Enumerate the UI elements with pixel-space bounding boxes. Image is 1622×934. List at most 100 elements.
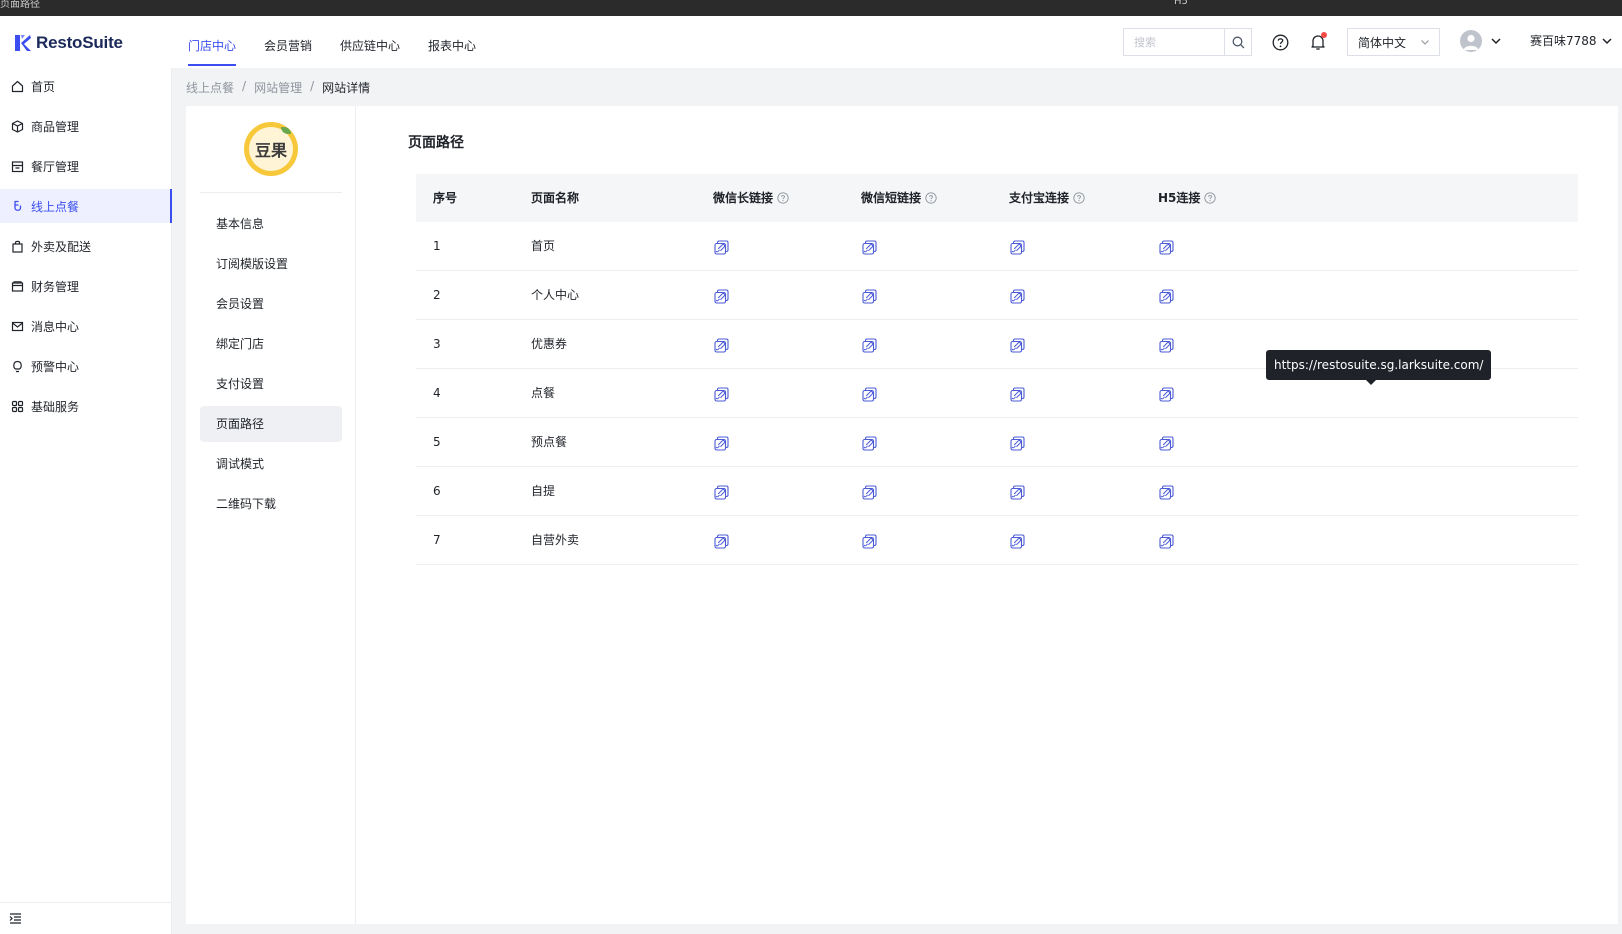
row-index: 4 [433,386,441,400]
brand-logo: 豆果 [244,122,298,176]
row-page-name: 自营外卖 [531,533,580,547]
wallet-icon [10,279,24,293]
row-index: 1 [433,239,441,253]
sidebar-item-label: 基础服务 [31,399,80,414]
sidebar-item-alerts[interactable]: 预警中心 [0,349,172,383]
copy-link-icon[interactable] [713,435,729,451]
topnav-reports[interactable]: 报表中心 [420,16,484,68]
copy-link-icon[interactable] [861,386,877,402]
topnav-member-marketing[interactable]: 会员营销 [256,16,320,68]
copy-link-icon[interactable] [1158,435,1174,451]
home-icon [10,79,24,93]
subnav-item-debug-mode[interactable]: 调试模式 [200,446,342,482]
help-button[interactable] [1270,32,1290,52]
subnav-item-bind-stores[interactable]: 绑定门店 [200,326,342,362]
user-menu[interactable] [1460,30,1502,52]
sidebar-item-label: 预警中心 [31,359,80,374]
copy-link-icon[interactable] [1009,435,1025,451]
copy-link-icon[interactable] [1158,533,1174,549]
bulb-icon [10,359,24,373]
language-value: 简体中文 [1358,35,1407,50]
copy-link-icon[interactable] [861,337,877,353]
sidebar-item-products[interactable]: 商品管理 [0,109,172,143]
copy-link-icon[interactable] [1158,484,1174,500]
copy-link-icon[interactable] [1009,288,1025,304]
sidebar-item-online-ordering[interactable]: 线上点餐 [0,189,172,223]
row-index: 3 [433,337,441,351]
copy-link-icon[interactable] [1009,386,1025,402]
window-title: 页面路径 [0,0,40,10]
subnav-item-member-settings[interactable]: 会员设置 [200,286,342,322]
question-circle-icon[interactable] [925,192,937,204]
copy-link-icon[interactable] [713,484,729,500]
sidebar-item-messages[interactable]: 消息中心 [0,309,172,343]
breadcrumb-item-online-ordering[interactable]: 线上点餐 [186,79,234,96]
row-page-name: 个人中心 [531,288,580,302]
copy-link-icon[interactable] [1158,288,1174,304]
table-body: 1 首页 2 个人中心 3 优惠券 4 点餐 5 预点餐 6 自提 7 自营外卖 [416,222,1578,565]
copy-link-icon[interactable] [713,239,729,255]
leaf-icon [281,127,291,134]
sidebar: 首页 商品管理 餐厅管理 线上点餐 外卖及配送 财务管理 消息中心 预警中心 基… [0,68,172,934]
copy-link-icon[interactable] [1009,484,1025,500]
copy-link-icon[interactable] [861,288,877,304]
notification-dot [1321,32,1327,38]
subnav-item-basic-info[interactable]: 基本信息 [200,206,342,242]
chevron-down-icon [1602,37,1612,44]
breadcrumb-separator: / [242,79,247,93]
user-icon [1463,34,1479,50]
account-menu[interactable]: 赛百味7788 [1530,32,1613,49]
app-logo[interactable]: RestoSuite [14,33,123,53]
question-circle-icon [1272,34,1288,50]
copy-link-icon[interactable] [861,533,877,549]
copy-link-icon[interactable] [1158,239,1174,255]
question-circle-icon[interactable] [777,192,789,204]
sidebar-item-home[interactable]: 首页 [0,69,172,103]
row-page-name: 首页 [531,239,556,253]
search-button[interactable] [1224,29,1251,55]
copy-link-icon[interactable] [1158,337,1174,353]
copy-link-icon[interactable] [861,484,877,500]
subnav-item-payment-settings[interactable]: 支付设置 [200,366,342,402]
copy-link-icon[interactable] [713,288,729,304]
copy-link-icon[interactable] [861,239,877,255]
notification-button[interactable] [1308,32,1328,52]
question-circle-icon[interactable] [1204,192,1217,204]
row-index: 2 [433,288,441,302]
copy-link-icon[interactable] [861,435,877,451]
subnav-item-qr-download[interactable]: 二维码下载 [200,486,342,522]
copy-link-icon[interactable] [713,533,729,549]
sidebar-item-label: 商品管理 [31,119,80,134]
brand-logo-text: 豆果 [254,141,287,160]
chevron-down-icon [1491,38,1501,45]
search-input[interactable] [1124,29,1224,55]
copy-link-icon[interactable] [713,337,729,353]
sidebar-item-restaurants[interactable]: 餐厅管理 [0,149,172,183]
subnav-item-subscription-template[interactable]: 订阅模版设置 [200,246,342,282]
restosuite-logo-icon [15,35,31,51]
sidebar-footer [0,902,172,934]
sidebar-item-basic-services[interactable]: 基础服务 [0,389,172,423]
breadcrumb-item-site-management[interactable]: 网站管理 [254,79,302,96]
mail-icon [10,319,24,333]
collapse-menu-icon[interactable] [9,912,22,925]
language-select[interactable]: 简体中文 [1347,28,1440,56]
subnav-item-page-paths[interactable]: 页面路径 [200,406,342,442]
breadcrumb: 线上点餐 / 网站管理 / 网站详情 [186,79,370,96]
row-page-name: 自提 [531,484,556,498]
copy-link-icon[interactable] [1009,337,1025,353]
question-circle-icon[interactable] [1073,192,1085,204]
sidebar-item-finance[interactable]: 财务管理 [0,269,172,303]
copy-link-icon[interactable] [1009,533,1025,549]
topnav-store-center[interactable]: 门店中心 [180,16,244,68]
window-right-text: H5 [1174,0,1188,7]
row-page-name: 预点餐 [531,435,568,449]
copy-link-icon[interactable] [1158,386,1174,402]
row-index: 6 [433,484,441,498]
topnav-supply-chain[interactable]: 供应链中心 [332,16,408,68]
column-header-index: 序号 [433,191,458,205]
copy-link-icon[interactable] [713,386,729,402]
sidebar-item-delivery[interactable]: 外卖及配送 [0,229,172,263]
bag-icon [10,239,24,253]
copy-link-icon[interactable] [1009,239,1025,255]
